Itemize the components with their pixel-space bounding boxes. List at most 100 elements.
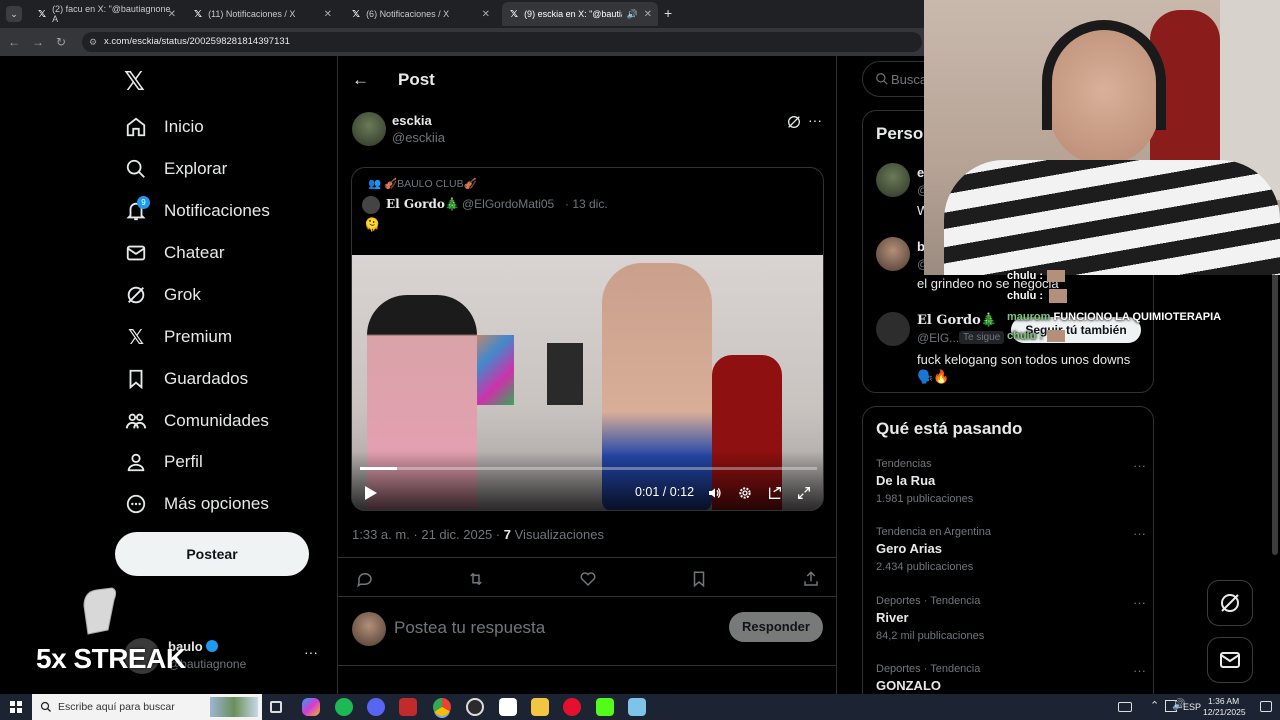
- more-dots-icon[interactable]: ···: [808, 112, 822, 128]
- close-icon[interactable]: ✕: [168, 9, 176, 20]
- close-icon[interactable]: ✕: [324, 9, 332, 20]
- fullscreen-icon[interactable]: [796, 485, 812, 506]
- grok-float-button[interactable]: [1207, 580, 1253, 626]
- author-handle[interactable]: @esckiia: [392, 130, 445, 145]
- opera-icon[interactable]: [563, 698, 581, 716]
- trend-item[interactable]: Tendencias De la Rua 1.981 publicaciones…: [876, 458, 1146, 514]
- share-icon[interactable]: [802, 570, 820, 593]
- pip-icon[interactable]: [767, 485, 783, 506]
- sidebar-item-explorar[interactable]: Explorar: [124, 155, 227, 183]
- copilot-icon[interactable]: [302, 698, 320, 716]
- x-logo-icon: 𝕏: [510, 8, 519, 20]
- chrome-icon[interactable]: [433, 698, 451, 716]
- sidebar-item-premium[interactable]: 𝕏 Premium: [124, 323, 232, 351]
- close-icon[interactable]: ✕: [482, 9, 490, 20]
- sidebar-item-label: Chatear: [164, 243, 225, 262]
- postear-button[interactable]: Postear: [115, 532, 309, 576]
- file-explorer-icon[interactable]: [531, 698, 549, 716]
- grok-icon[interactable]: [786, 114, 802, 135]
- sidebar-item-comunidades[interactable]: Comunidades: [124, 407, 269, 435]
- chat-user: chulu :: [1007, 330, 1044, 342]
- trend-meta: Tendencia en Argentina: [876, 526, 991, 538]
- forward-icon[interactable]: →: [32, 35, 44, 49]
- sidebar-item-mas-opciones[interactable]: Más opciones: [124, 490, 269, 518]
- trend-item[interactable]: Tendencia en Argentina Gero Arias 2.434 …: [876, 526, 1146, 582]
- clock-date[interactable]: 12/21/2025: [1203, 707, 1246, 717]
- settings-gear-icon[interactable]: [737, 485, 753, 506]
- site-info-icon[interactable]: ⚙: [89, 32, 97, 52]
- video-player[interactable]: 0:01 / 0:12: [352, 255, 823, 510]
- notepad-icon[interactable]: [628, 698, 646, 716]
- streak-label: 5x STREAK: [36, 643, 186, 674]
- x-logo-icon[interactable]: 𝕏: [124, 66, 145, 97]
- spotify-icon[interactable]: [335, 698, 353, 716]
- kick-icon[interactable]: [596, 698, 614, 716]
- back-icon[interactable]: ←: [8, 35, 20, 49]
- post-timestamp[interactable]: 1:33 a. m. · 21 dic. 2025 ·: [352, 527, 500, 542]
- reply-icon[interactable]: [356, 570, 374, 593]
- quoted-post-card[interactable]: 👥 🎻BAULO CLUB🎻 El Gordo🎄 @ElGordoMati05 …: [351, 167, 824, 511]
- browser-tab[interactable]: 𝕏 (11) Notificaciones / X ✕: [186, 2, 338, 26]
- reply-input[interactable]: Postea tu respuesta: [394, 618, 714, 638]
- person-avatar[interactable]: [876, 312, 910, 346]
- repost-icon[interactable]: [467, 570, 485, 593]
- chevron-up-icon[interactable]: ⌃: [1150, 699, 1159, 712]
- bookmark-icon[interactable]: [690, 570, 708, 593]
- tab-list-chevron-icon[interactable]: ⌄: [6, 6, 22, 22]
- sidebar-item-notificaciones[interactable]: 9 Notificaciones: [124, 196, 270, 225]
- url-field[interactable]: ⚙ x.com/esckia/status/200259828181439713…: [82, 32, 922, 52]
- person-avatar[interactable]: [876, 237, 910, 271]
- more-dots-icon[interactable]: ···: [1133, 458, 1146, 473]
- video-progress-track[interactable]: [360, 467, 817, 470]
- more-dots-icon[interactable]: ···: [304, 644, 318, 660]
- more-dots-icon[interactable]: ···: [1133, 526, 1146, 541]
- search-highlight-image: [210, 697, 258, 717]
- sidebar-item-grok[interactable]: Grok: [124, 281, 201, 309]
- action-bar: [338, 557, 836, 597]
- keyboard-icon[interactable]: [1118, 702, 1132, 712]
- person-avatar[interactable]: [876, 163, 910, 197]
- webcam-person-shirt: [944, 160, 1280, 275]
- more-dots-icon[interactable]: ···: [1133, 595, 1146, 610]
- communities-icon: [124, 409, 148, 433]
- sidebar-item-guardados[interactable]: Guardados: [124, 365, 248, 393]
- speaker-icon[interactable]: 🔊: [627, 9, 638, 20]
- trend-item[interactable]: Deportes · Tendencia River 84,2 mil publ…: [876, 595, 1146, 651]
- like-icon[interactable]: [579, 570, 597, 593]
- x-logo-icon: 𝕏: [38, 8, 47, 20]
- more-dots-icon[interactable]: ···: [1133, 663, 1146, 678]
- discord-icon[interactable]: [367, 698, 385, 716]
- more-icon: [124, 492, 148, 516]
- volume-icon[interactable]: [707, 485, 723, 506]
- browser-tab[interactable]: 𝕏 (2) facu en X: "@bautiagnone A ✕: [30, 2, 182, 26]
- capcut-icon[interactable]: [499, 698, 517, 716]
- trending-card: Qué está pasando Tendencias De la Rua 1.…: [862, 406, 1154, 706]
- notification-center-icon[interactable]: [1260, 701, 1272, 712]
- grok-icon: [124, 283, 148, 307]
- author-avatar[interactable]: [352, 112, 386, 146]
- task-view-icon[interactable]: [270, 701, 282, 713]
- clock-time[interactable]: 1:36 AM: [1208, 696, 1239, 706]
- chat-user: chulu :: [1007, 289, 1044, 302]
- browser-tab-active[interactable]: 𝕏 (9) esckia en X: "@bautiagn 🔊 ✕: [502, 2, 658, 26]
- play-icon[interactable]: [364, 485, 378, 506]
- taskbar-search-input[interactable]: Escribe aquí para buscar: [32, 694, 262, 720]
- sidebar-item-inicio[interactable]: Inicio: [124, 113, 204, 141]
- sidebar-item-perfil[interactable]: Perfil: [124, 448, 203, 476]
- x-logo-icon: 𝕏: [194, 8, 203, 20]
- responder-button[interactable]: Responder: [729, 612, 823, 642]
- start-windows-icon[interactable]: [10, 701, 22, 713]
- reload-icon[interactable]: ↻: [56, 35, 66, 49]
- messages-float-button[interactable]: [1207, 637, 1253, 683]
- back-arrow-icon[interactable]: ←: [352, 70, 369, 90]
- author-name[interactable]: esckia: [392, 113, 432, 128]
- app-icon[interactable]: [399, 698, 417, 716]
- browser-tab[interactable]: 𝕏 (6) Notificaciones / X ✕: [344, 2, 496, 26]
- language-indicator[interactable]: ESP: [1183, 702, 1201, 712]
- tab-title: (11) Notificaciones / X: [208, 9, 296, 19]
- sidebar-item-chatear[interactable]: Chatear: [124, 239, 224, 267]
- person-name[interactable]: El Gordo🎄: [917, 313, 997, 328]
- obs-icon[interactable]: [466, 698, 484, 716]
- close-icon[interactable]: ✕: [644, 9, 652, 20]
- new-tab-button[interactable]: +: [664, 5, 672, 21]
